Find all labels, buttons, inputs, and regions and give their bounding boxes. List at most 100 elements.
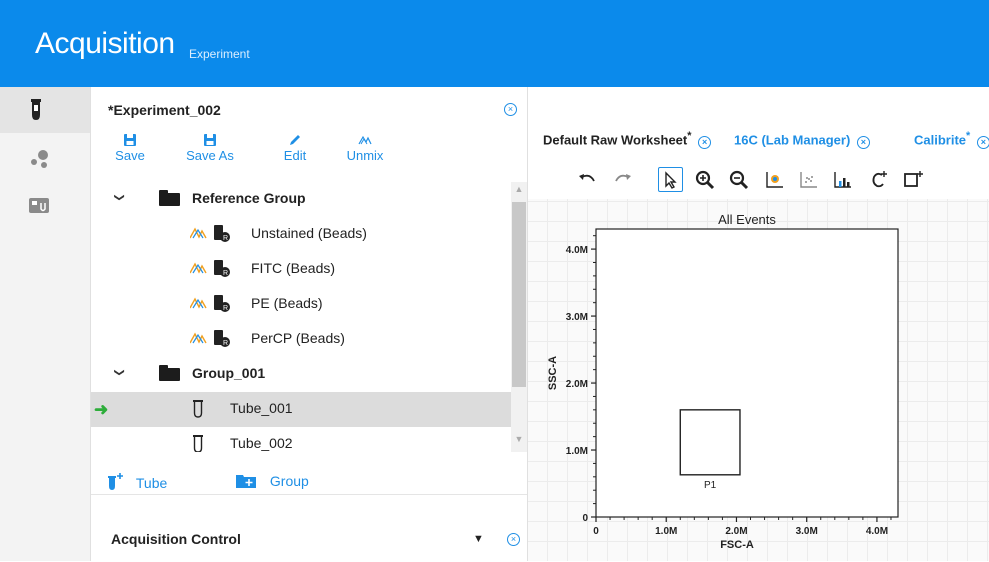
tab-label: Calibrite: [914, 132, 967, 148]
rectangle-gate-icon[interactable]: [902, 169, 924, 191]
plot-frame: [595, 228, 899, 518]
zoom-in-icon[interactable]: [694, 169, 716, 191]
cytometer-icon: [29, 198, 49, 213]
save-button[interactable]: Save: [105, 134, 155, 163]
tree-item-reference-tube[interactable]: R PE (Beads): [91, 287, 511, 322]
x-tick-label: 1.0M: [655, 526, 677, 537]
density-plot-icon[interactable]: [798, 169, 820, 191]
tree-group-001[interactable]: ❯ Group_001: [91, 357, 511, 392]
edit-button[interactable]: Edit: [275, 134, 315, 163]
reference-tube-icon: R: [190, 260, 230, 277]
add-group-button[interactable]: Group: [236, 473, 309, 489]
worksheet-canvas[interactable]: All Events 0 1.0M 2.0M 3.0M 4.0M 0 1.0M 2.0M 3.0M…: [528, 199, 989, 561]
tree-item-label: Group_001: [192, 365, 266, 381]
x-tick-label: 0: [593, 526, 599, 537]
dropdown-caret-icon[interactable]: ▼: [473, 533, 484, 545]
close-tab-icon[interactable]: ×: [976, 136, 989, 150]
tree-group-reference[interactable]: ❯ Reference Group: [91, 182, 511, 217]
add-tube-label: Tube: [135, 475, 168, 491]
dot-plot[interactable]: All Events 0 1.0M 2.0M 3.0M 4.0M 0 1.0M 2.0M 3.0M…: [528, 199, 989, 561]
current-tube-arrow-icon: ➜: [94, 400, 109, 419]
gate-label: P1: [704, 480, 717, 491]
save-as-icon: [204, 134, 216, 146]
dots-icon: [31, 150, 48, 168]
app-subtitle: Experiment: [189, 47, 250, 61]
scroll-down-icon[interactable]: ▼: [511, 434, 527, 448]
acquisition-control-section: Acquisition Control ▼ ×: [91, 494, 527, 562]
tree-item-reference-tube[interactable]: R PerCP (Beads): [91, 322, 511, 357]
redo-icon[interactable]: [612, 169, 634, 191]
nav-cytometer-button[interactable]: [0, 183, 90, 229]
pencil-icon: [290, 135, 300, 145]
tree-item-tube[interactable]: Tube_002: [91, 427, 511, 452]
undo-icon[interactable]: [576, 169, 598, 191]
unmix-button[interactable]: Unmix: [343, 134, 387, 163]
y-tick-label: 4.0M: [566, 245, 588, 256]
svg-text:R: R: [223, 270, 228, 277]
svg-text:R: R: [223, 340, 228, 347]
close-experiment-icon[interactable]: ×: [504, 103, 517, 116]
pointer-icon[interactable]: [659, 169, 681, 191]
unmix-label: Unmix: [346, 148, 384, 163]
save-icon: [124, 134, 136, 146]
nav-analysis-button[interactable]: [0, 135, 90, 181]
close-tab-icon[interactable]: ×: [698, 136, 712, 150]
tab-modified-mark: *: [687, 130, 692, 142]
save-as-button[interactable]: Save As: [183, 134, 237, 163]
tree-item-label: Tube_001: [230, 400, 293, 416]
add-folder-icon: [236, 475, 256, 488]
x-axis-label: FSC-A: [720, 539, 754, 551]
chevron-down-icon[interactable]: ❯: [114, 193, 125, 201]
tube-icon: [193, 435, 203, 452]
tube-icon: [193, 400, 203, 418]
acquisition-control-title[interactable]: Acquisition Control: [111, 531, 241, 547]
nav-acquisition-button[interactable]: [0, 87, 90, 133]
tree-item-label: PE (Beads): [251, 295, 323, 311]
tree-item-tube-selected[interactable]: ➜ Tube_001: [91, 392, 511, 427]
nav-rail: [0, 87, 91, 561]
add-tube-button[interactable]: Tube: [108, 473, 167, 491]
app-title: Acquisition: [35, 27, 175, 60]
tab-calibrite[interactable]: Calibrite* ×: [914, 130, 989, 150]
unmix-icon: [358, 135, 372, 145]
tree-item-label: Reference Group: [192, 190, 306, 206]
experiment-title: *Experiment_002: [108, 102, 221, 118]
folder-icon: [159, 190, 180, 206]
close-acquisition-control-icon[interactable]: ×: [507, 533, 520, 546]
gate-add-icon[interactable]: [868, 169, 890, 191]
tab-label: 16C (Lab Manager): [734, 132, 851, 148]
scroll-thumb[interactable]: [512, 202, 526, 387]
close-tab-icon[interactable]: ×: [856, 136, 870, 150]
dot-plot-icon[interactable]: [764, 169, 786, 191]
tree-item-label: Unstained (Beads): [251, 225, 367, 241]
tree-item-reference-tube[interactable]: R Unstained (Beads): [91, 217, 511, 252]
svg-text:R: R: [223, 235, 228, 242]
x-tick-label: 4.0M: [866, 526, 888, 537]
y-axis-label: SSC-A: [547, 356, 559, 390]
edit-label: Edit: [283, 148, 307, 163]
worksheet-panel: Default Raw Worksheet* × 16C (Lab Manage…: [528, 87, 989, 561]
save-as-label: Save As: [186, 148, 234, 163]
tree-item-label: FITC (Beads): [251, 260, 336, 276]
scroll-up-icon[interactable]: ▲: [511, 184, 527, 198]
add-group-label: Group: [269, 473, 309, 489]
tree-scrollbar[interactable]: ▲ ▼: [511, 182, 527, 452]
svg-text:R: R: [223, 305, 228, 312]
x-tick-label: 3.0M: [796, 526, 818, 537]
reference-tube-icon: R: [190, 330, 230, 347]
zoom-out-icon[interactable]: [728, 169, 750, 191]
y-tick-label: 1.0M: [566, 446, 588, 457]
tab-16c-lab-manager[interactable]: 16C (Lab Manager) ×: [734, 130, 870, 150]
add-tube-icon: [108, 473, 123, 490]
y-tick-label: 2.0M: [566, 379, 588, 390]
tree-item-label: Tube_002: [230, 435, 293, 451]
plot-title: All Events: [718, 212, 776, 227]
x-tick-label: 2.0M: [725, 526, 747, 537]
tree-item-reference-tube[interactable]: R FITC (Beads): [91, 252, 511, 287]
experiment-panel: *Experiment_002 × Save Save As Edit Unmi…: [91, 87, 527, 561]
histogram-icon[interactable]: [832, 169, 854, 191]
reference-tube-icon: R: [190, 225, 230, 242]
tab-default-raw-worksheet[interactable]: Default Raw Worksheet* ×: [543, 130, 712, 150]
reference-tube-icon: R: [190, 295, 230, 312]
chevron-down-icon[interactable]: ❯: [114, 368, 125, 376]
